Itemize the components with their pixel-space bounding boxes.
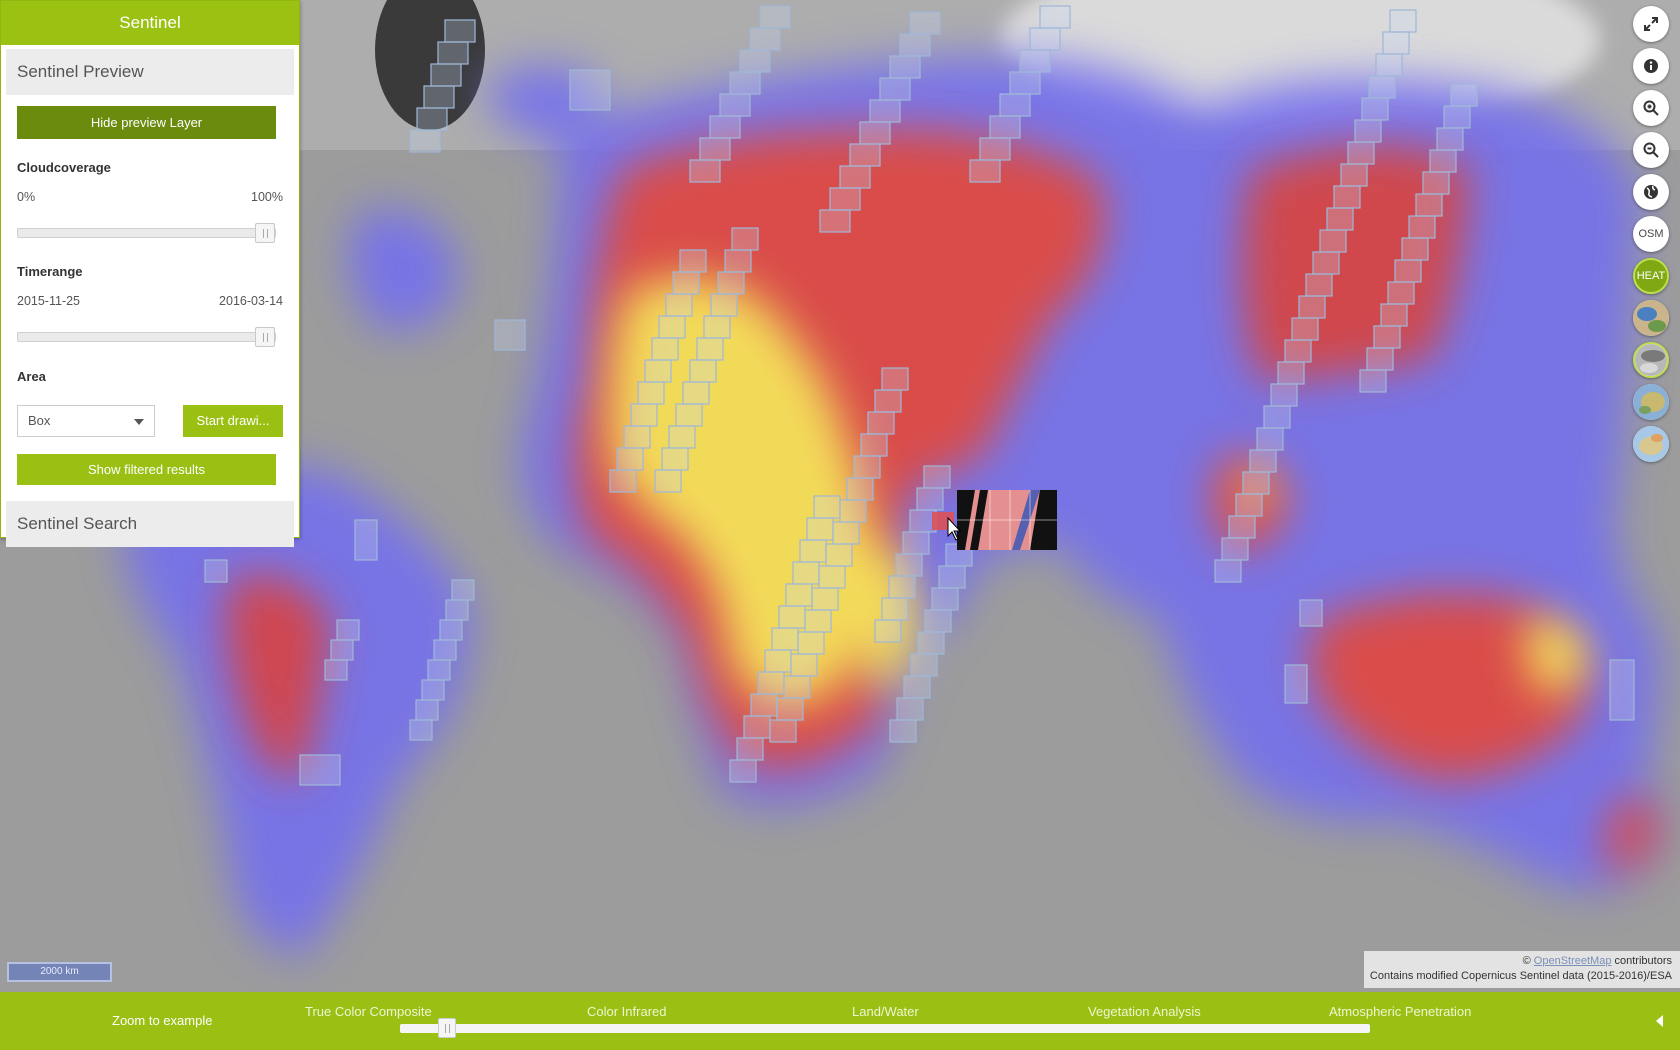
section-header-preview[interactable]: Sentinel Preview (6, 49, 294, 95)
band-atmospheric-penetration[interactable]: Atmospheric Penetration (1329, 1004, 1471, 1019)
osm-layer-label: OSM (1638, 228, 1664, 240)
band-slider[interactable] (400, 1024, 1370, 1033)
band-vegetation-analysis[interactable]: Vegetation Analysis (1088, 1004, 1201, 1019)
area-type-value: Box (28, 413, 51, 428)
cloudcoverage-label: Cloudcoverage (17, 160, 111, 175)
show-filtered-results-button[interactable]: Show filtered results (17, 454, 276, 485)
zoom-out-icon (1643, 142, 1659, 158)
layer-thumb-3-icon (1633, 384, 1669, 420)
zoom-in-icon (1643, 100, 1659, 116)
info-button[interactable] (1633, 48, 1669, 84)
heat-layer-button[interactable]: HEAT (1633, 258, 1669, 294)
timerange-start: 2015-11-25 (17, 294, 81, 308)
timerange-label: Timerange (17, 264, 83, 279)
footprint-single-6 (354, 519, 378, 561)
band-color-infrared[interactable]: Color Infrared (587, 1004, 666, 1019)
band-selector-bar: Zoom to example True Color Composite Col… (0, 992, 1680, 1050)
start-drawing-button[interactable]: Start drawi... (183, 405, 283, 437)
footprint-single-4 (1284, 664, 1308, 704)
panel-title: Sentinel (1, 1, 299, 45)
chevron-down-icon (134, 419, 144, 425)
globe-icon (1644, 185, 1658, 199)
cloudcoverage-slider[interactable] (17, 223, 276, 243)
footprint-single-3 (1299, 599, 1323, 627)
globe-button[interactable] (1633, 174, 1669, 210)
area-type-select[interactable]: Box (17, 405, 155, 437)
section-header-search[interactable]: Sentinel Search (6, 501, 294, 547)
fullscreen-icon (1644, 17, 1658, 31)
zoom-out-button[interactable] (1633, 132, 1669, 168)
area-label: Area (17, 369, 46, 384)
map-attribution: © OpenStreetMap contributors Contains mo… (1364, 951, 1680, 988)
openstreetmap-link[interactable]: OpenStreetMap (1534, 955, 1612, 967)
cloudcoverage-min: 0% (17, 190, 36, 204)
hide-preview-button[interactable]: Hide preview Layer (17, 106, 276, 139)
timerange-end: 2016-03-14 (219, 294, 283, 308)
collapse-arrow-icon[interactable] (1656, 1015, 1663, 1027)
cloudcoverage-slider-handle[interactable] (255, 223, 275, 243)
band-land-water[interactable]: Land/Water (852, 1004, 919, 1019)
layer-thumb-1-icon (1633, 300, 1669, 336)
layer-thumb-2-icon (1635, 344, 1667, 376)
layer-thumb-button-1[interactable] (1633, 300, 1669, 336)
heat-layer-label: HEAT (1636, 270, 1666, 282)
footprint-single-1 (569, 69, 611, 111)
zoom-in-button[interactable] (1633, 90, 1669, 126)
attribution-copyright: © (1522, 955, 1531, 967)
layer-thumb-button-3[interactable] (1633, 384, 1669, 420)
footprint-single-2 (494, 319, 526, 351)
footprint-single-8 (299, 754, 341, 786)
osm-layer-button[interactable]: OSM (1633, 216, 1669, 252)
band-true-color[interactable]: True Color Composite (305, 1004, 432, 1019)
attribution-copernicus: Contains modified Copernicus Sentinel da… (1369, 970, 1672, 982)
footprint-single-5 (1609, 659, 1635, 721)
timerange-slider-handle[interactable] (255, 327, 275, 347)
info-icon (1644, 59, 1658, 73)
layer-thumb-button-4[interactable] (1633, 426, 1669, 462)
sentinel-panel: Sentinel Sentinel Preview Hide preview L… (0, 0, 300, 547)
footprint-single-7 (204, 559, 228, 583)
layer-thumb-4-icon (1633, 426, 1669, 462)
scale-bar: 2000 km (7, 962, 112, 982)
cloudcoverage-max: 100% (251, 190, 283, 204)
band-slider-handle[interactable] (438, 1018, 457, 1038)
layer-thumb-button-2[interactable] (1633, 342, 1669, 378)
timerange-slider[interactable] (17, 327, 276, 347)
attribution-contributors: contributors (1614, 955, 1672, 967)
fullscreen-button[interactable] (1633, 6, 1669, 42)
zoom-to-example-link[interactable]: Zoom to example (112, 1013, 212, 1028)
